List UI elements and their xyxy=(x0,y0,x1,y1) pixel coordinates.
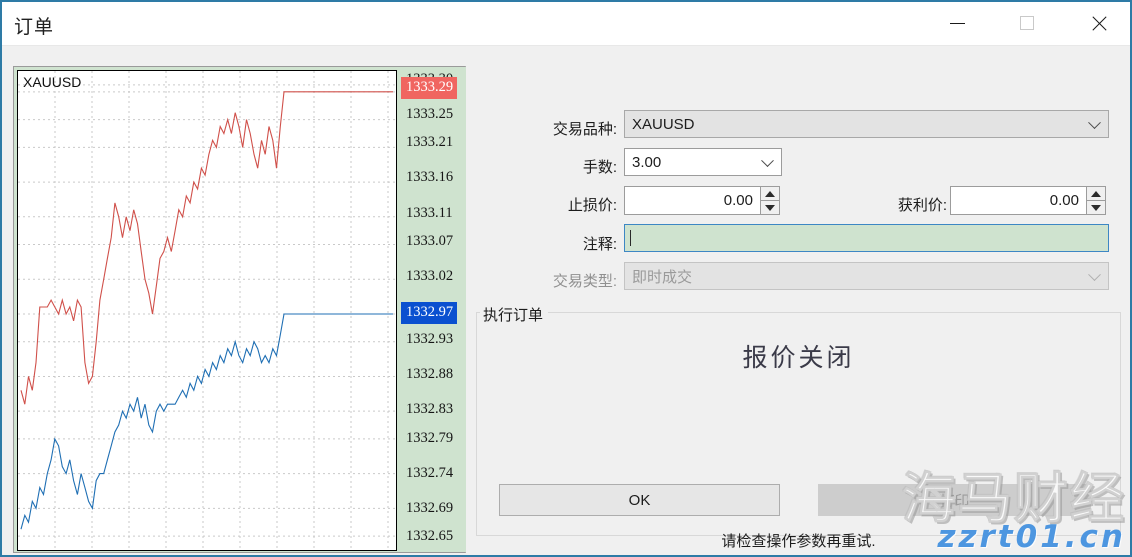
chevron-down-icon xyxy=(1088,268,1101,281)
status-message: 报价关闭 xyxy=(476,338,1121,374)
ok-button-label: OK xyxy=(629,492,651,509)
chart-gridlines xyxy=(18,71,396,550)
maximize-icon xyxy=(1020,16,1034,30)
bid-price-badge: 1332.97 xyxy=(401,302,457,324)
price-tick: 1332.93 xyxy=(406,331,453,348)
close-button[interactable] xyxy=(1075,2,1121,44)
price-tick: 1332.74 xyxy=(406,465,453,482)
order-type-value: 即时成交 xyxy=(625,266,692,287)
price-chart[interactable]: XAUUSD 1333.251333.211333.161333.111333.… xyxy=(13,66,466,553)
order-type-select: 即时成交 xyxy=(624,262,1109,290)
volume-value: 3.00 xyxy=(625,154,661,171)
symbol-label: 交易品种: xyxy=(472,118,617,139)
ask-price-line xyxy=(21,92,393,404)
chart-plot-area[interactable]: XAUUSD xyxy=(17,70,397,551)
price-tick: 1333.25 xyxy=(406,106,453,123)
stoploss-input[interactable]: 0.00 xyxy=(624,186,762,215)
ok-button[interactable]: OK xyxy=(499,484,780,516)
price-tick: 1332.69 xyxy=(406,500,453,517)
stoploss-label: 止损价: xyxy=(472,194,617,215)
triangle-down-icon xyxy=(1091,205,1101,211)
symbol-value: XAUUSD xyxy=(625,116,695,133)
price-tick: 1332.79 xyxy=(406,430,453,447)
volume-label: 手数: xyxy=(472,156,617,177)
chart-svg xyxy=(18,71,396,550)
order-dialog-window: 订单 XAUUSD 1333.251333.211333.161333.1113… xyxy=(0,0,1132,557)
close-icon xyxy=(1090,15,1107,32)
triangle-up-icon xyxy=(1091,191,1101,197)
takeprofit-stepper[interactable] xyxy=(1086,186,1106,215)
print-button: 打印 xyxy=(818,484,1091,516)
price-tick: 1333.02 xyxy=(406,268,453,285)
bid-price-line xyxy=(21,314,393,529)
triangle-down-icon xyxy=(765,205,775,211)
takeprofit-step-down[interactable] xyxy=(1087,201,1105,214)
comment-label: 注释: xyxy=(472,233,617,254)
window-title: 订单 xyxy=(14,12,54,39)
dialog-body: XAUUSD 1333.251333.211333.161333.111333.… xyxy=(2,46,1130,555)
takeprofit-value: 0.00 xyxy=(951,192,1087,209)
price-tick: 1333.07 xyxy=(406,233,453,250)
price-tick: 1333.21 xyxy=(406,134,453,151)
stoploss-step-down[interactable] xyxy=(761,201,779,214)
text-caret xyxy=(630,230,631,246)
price-tick: 1333.11 xyxy=(406,205,453,222)
chevron-down-icon xyxy=(761,154,774,167)
price-scale[interactable]: 1333.25 1333.21 1333.16 1333.11 1333.07 1333.… xyxy=(400,67,466,552)
maximize-button[interactable] xyxy=(1004,2,1050,44)
stoploss-value: 0.00 xyxy=(625,192,761,209)
execute-order-group-title: 执行订单 xyxy=(480,304,548,325)
takeprofit-step-up[interactable] xyxy=(1087,187,1105,201)
error-hint: 请检查操作参数再重试. xyxy=(476,530,1121,551)
price-tick: 1332.65 xyxy=(406,528,453,545)
ask-price-badge: 1333.29 xyxy=(401,77,457,99)
price-tick: 1332.88 xyxy=(406,366,453,383)
takeprofit-input[interactable]: 0.00 xyxy=(950,186,1088,215)
print-button-label: 打印 xyxy=(939,490,969,511)
price-tick: 1333.16 xyxy=(406,169,453,186)
chart-symbol-label: XAUUSD xyxy=(23,74,81,90)
comment-input[interactable] xyxy=(624,224,1109,252)
minimize-button[interactable] xyxy=(934,2,980,44)
volume-select[interactable]: 3.00 xyxy=(624,148,782,176)
takeprofit-label: 获利价: xyxy=(802,194,947,215)
order-type-label: 交易类型: xyxy=(472,270,617,291)
symbol-select[interactable]: XAUUSD xyxy=(624,110,1109,138)
price-tick: 1332.83 xyxy=(406,401,453,418)
stoploss-step-up[interactable] xyxy=(761,187,779,201)
title-bar: 订单 xyxy=(2,2,1130,46)
minimize-icon xyxy=(950,23,965,24)
chevron-down-icon xyxy=(1088,116,1101,129)
triangle-up-icon xyxy=(765,191,775,197)
stoploss-stepper[interactable] xyxy=(760,186,780,215)
